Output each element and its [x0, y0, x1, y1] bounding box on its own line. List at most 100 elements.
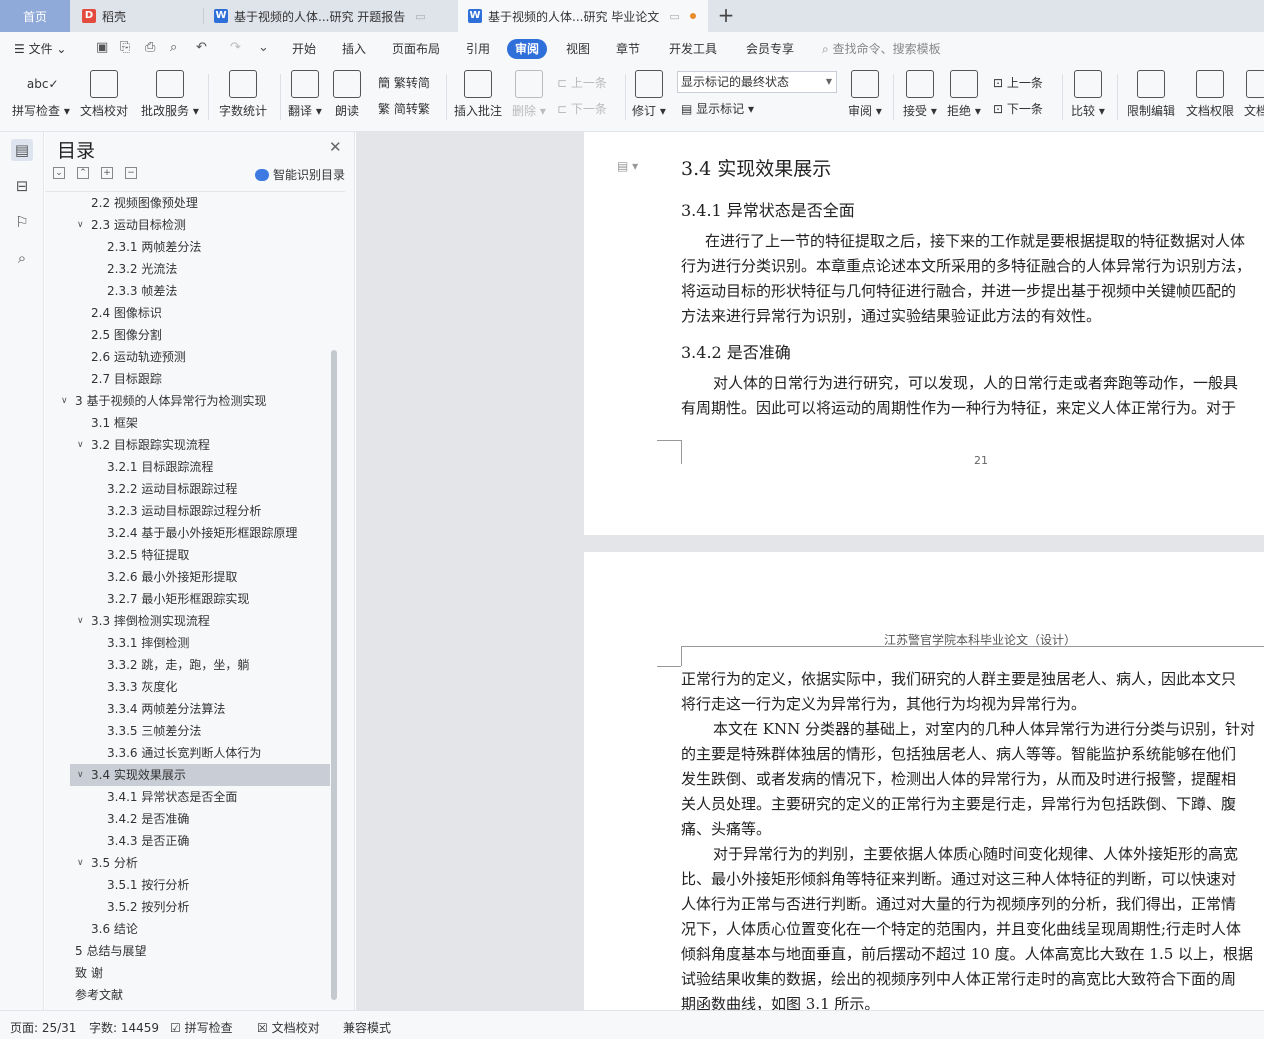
- toc-item[interactable]: 2.3.3 帧差法: [45, 280, 330, 302]
- search-icon[interactable]: ⌕: [11, 247, 33, 269]
- print-preview-icon[interactable]: ⌕: [170, 40, 177, 55]
- chevron-down-icon[interactable]: ∨: [77, 434, 84, 456]
- document-canvas[interactable]: ▤ ▾ 3.4 实现效果展示 3.4.1 异常状态是否全面 在进行了上一节的特征…: [356, 132, 1264, 1010]
- menu-view[interactable]: 视图: [566, 39, 590, 59]
- accept-button[interactable]: 接受 ▾: [903, 70, 937, 119]
- next-comment-button[interactable]: ⊏ 下一条: [557, 100, 607, 117]
- toc-item[interactable]: ∨ 3.5 分析: [45, 852, 330, 874]
- paragraph-outline-icon[interactable]: ▤ ▾: [617, 159, 638, 173]
- toc-item[interactable]: 3.2.6 最小外接矩形提取: [45, 566, 330, 588]
- show-markup-button[interactable]: ▤ 显示标记 ▾: [681, 100, 754, 117]
- toc-item[interactable]: 3.1 框架: [45, 412, 330, 434]
- toc-item[interactable]: 3.2.7 最小矩形框跟踪实现: [45, 588, 330, 610]
- add-heading-icon[interactable]: +: [101, 167, 113, 179]
- toc-item[interactable]: 3.5.1 按行分析: [45, 874, 330, 896]
- expand-all-icon[interactable]: ⌃: [77, 167, 89, 179]
- menu-chapter[interactable]: 章节: [616, 39, 640, 59]
- toc-item[interactable]: 3.3.4 两帧差分法算法: [45, 698, 330, 720]
- prev-comment-button[interactable]: ⊏ 上一条: [557, 74, 607, 91]
- reject-button[interactable]: 拒绝 ▾: [947, 70, 981, 119]
- toc-item[interactable]: 2.7 目标跟踪: [45, 368, 330, 390]
- read-aloud-button[interactable]: 朗读: [333, 70, 361, 119]
- insert-comment-button[interactable]: 插入批注: [454, 70, 502, 119]
- new-tab-button[interactable]: +: [715, 4, 737, 26]
- chevron-down-icon[interactable]: ∨: [77, 610, 84, 632]
- toc-item[interactable]: 参考文献: [45, 984, 330, 1006]
- toc-item[interactable]: 3.2.1 目标跟踪流程: [45, 456, 330, 478]
- track-changes-button[interactable]: 修订 ▾: [632, 70, 666, 119]
- toc-item[interactable]: 3.2.2 运动目标跟踪过程: [45, 478, 330, 500]
- chevron-down-icon[interactable]: ∨: [61, 390, 68, 412]
- toc-item[interactable]: 3.3.5 三帧差分法: [45, 720, 330, 742]
- word-count-button[interactable]: 字数统计: [219, 70, 267, 119]
- toc-item[interactable]: 3.3.1 摔倒检测: [45, 632, 330, 654]
- toc-item[interactable]: 3.4.1 异常状态是否全面: [45, 786, 330, 808]
- ai-toc-button[interactable]: 智能识别目录: [255, 166, 345, 183]
- toc-item[interactable]: 2.2 视频图像预处理: [45, 192, 330, 214]
- tab-home[interactable]: 首页: [0, 0, 70, 32]
- toc-item[interactable]: 3.2.3 运动目标跟踪过程分析: [45, 500, 330, 522]
- toc-item[interactable]: ∨ 3 基于视频的人体异常行为检测实现: [45, 390, 330, 412]
- menu-developer[interactable]: 开发工具: [669, 39, 717, 59]
- save-icon[interactable]: ▣: [96, 40, 108, 55]
- toc-item[interactable]: ∨ 3.2 目标跟踪实现流程: [45, 434, 330, 456]
- next-change-button[interactable]: ⊡ 下一条: [993, 100, 1043, 117]
- proofread-button[interactable]: 文档校对: [80, 70, 128, 119]
- page-indicator[interactable]: 页面: 25/31: [10, 1019, 76, 1036]
- toc-icon[interactable]: ▤: [11, 139, 33, 161]
- toc-item[interactable]: 3.2.5 特征提取: [45, 544, 330, 566]
- simp-to-trad-button[interactable]: 繁 简转繁: [378, 100, 430, 117]
- trad-to-simp-button[interactable]: 簡 繁转简: [378, 74, 430, 91]
- review-pane-button[interactable]: 审阅 ▾: [848, 70, 882, 119]
- document-page[interactable]: 江苏警官学院本科毕业论文（设计） 正常行为的定义，依据实际中，我们研究的人群主要…: [584, 552, 1264, 1010]
- toc-item[interactable]: 2.4 图像标识: [45, 302, 330, 324]
- toc-item[interactable]: 3.3.2 跳，走，跑，坐，躺: [45, 654, 330, 676]
- toc-item[interactable]: 3.2.4 基于最小外接矩形框跟踪原理: [45, 522, 330, 544]
- toc-item[interactable]: 致 谢: [45, 962, 330, 984]
- toc-item[interactable]: 2.6 运动轨迹预测: [45, 346, 330, 368]
- output-pdf-icon[interactable]: ⎘: [120, 40, 130, 55]
- remove-heading-icon[interactable]: −: [125, 167, 137, 179]
- bookmark-icon[interactable]: ⚐: [11, 211, 33, 233]
- toc-item[interactable]: 5 总结与展望: [45, 940, 330, 962]
- markup-state-select[interactable]: 显示标记的最终状态 ▼: [677, 71, 837, 93]
- collapse-all-icon[interactable]: ⌄: [53, 167, 65, 179]
- toc-scrollbar[interactable]: [331, 350, 337, 1000]
- redo-icon[interactable]: ↷: [230, 40, 241, 55]
- toc-item[interactable]: ∨ 3.4 实现效果展示: [70, 764, 330, 786]
- status-spell-check[interactable]: ☑ 拼写检查: [170, 1019, 233, 1036]
- spell-check-button[interactable]: abc✓ 拼写检查 ▾: [12, 70, 70, 119]
- command-search[interactable]: ⌕ 查找命令、搜索模板: [822, 40, 941, 57]
- prev-change-button[interactable]: ⊡ 上一条: [993, 74, 1043, 91]
- menu-member[interactable]: 会员专享: [746, 39, 794, 59]
- toc-item[interactable]: ∨ 2.3 运动目标检测: [45, 214, 330, 236]
- print-icon[interactable]: ⎙: [145, 40, 155, 55]
- toc-item[interactable]: 3.4.3 是否正确: [45, 830, 330, 852]
- translate-button[interactable]: 翻译 ▾: [288, 70, 322, 119]
- menu-start[interactable]: 开始: [292, 39, 316, 59]
- toc-item[interactable]: 3.3.3 灰度化: [45, 676, 330, 698]
- undo-icon[interactable]: ↶: [196, 40, 207, 55]
- menu-review[interactable]: 审阅: [507, 39, 548, 59]
- toc-item[interactable]: 3.3.6 通过长宽判断人体行为: [45, 742, 330, 764]
- delete-comment-button[interactable]: 删除 ▾: [512, 70, 546, 119]
- document-page[interactable]: ▤ ▾ 3.4 实现效果展示 3.4.1 异常状态是否全面 在进行了上一节的特征…: [584, 132, 1264, 535]
- tab-doc-thesis[interactable]: W 基于视频的人体...研究 毕业论文 ▭: [458, 0, 708, 32]
- compare-button[interactable]: 比较 ▾: [1071, 70, 1105, 119]
- customize-toolbar-icon[interactable]: ⌄: [258, 40, 269, 55]
- menu-references[interactable]: 引用: [466, 39, 490, 59]
- menu-layout[interactable]: 页面布局: [392, 39, 440, 59]
- menu-insert[interactable]: 插入: [342, 39, 366, 59]
- toc-item[interactable]: 3.6 结论: [45, 918, 330, 940]
- toc-item[interactable]: ∨ 3.3 摔倒检测实现流程: [45, 610, 330, 632]
- doc-permission-button[interactable]: 文档权限: [1186, 70, 1234, 119]
- more-ribbon-button[interactable]: 文档: [1244, 70, 1264, 119]
- status-proofread[interactable]: ☒ 文档校对: [257, 1019, 320, 1036]
- tab-doc-proposal[interactable]: W 基于视频的人体...研究 开题报告 ▭: [204, 0, 452, 32]
- restrict-edit-button[interactable]: 限制编辑: [1127, 70, 1175, 119]
- close-icon[interactable]: ✕: [329, 138, 342, 156]
- toc-item[interactable]: 3.5.2 按列分析: [45, 896, 330, 918]
- toc-item[interactable]: 2.5 图像分割: [45, 324, 330, 346]
- chevron-down-icon[interactable]: ∨: [77, 214, 84, 236]
- toc-item[interactable]: 3.4.2 是否准确: [45, 808, 330, 830]
